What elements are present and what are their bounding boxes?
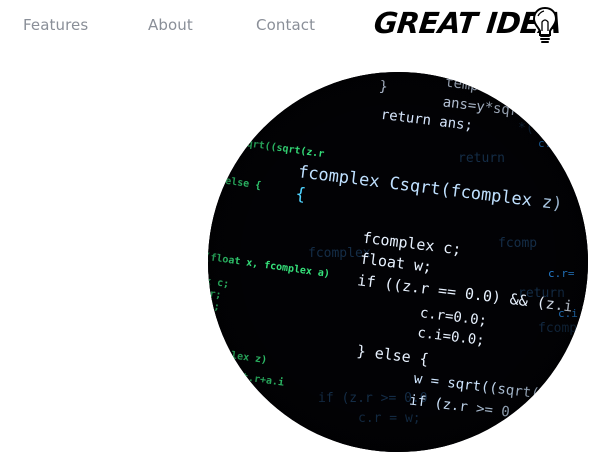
page: Features About Contact GREAT IDEA return bbox=[0, 0, 612, 458]
lightbulb-icon bbox=[532, 6, 558, 43]
nav-link-about[interactable]: About bbox=[148, 16, 193, 34]
brand-logo[interactable]: GREAT IDEA bbox=[372, 4, 564, 46]
hero-code-image: return *(=x/y fcomplex fcomp return if (… bbox=[208, 72, 588, 452]
nav-link-features[interactable]: Features bbox=[23, 16, 88, 34]
nav-link-contact[interactable]: Contact bbox=[256, 16, 315, 34]
code-screen-graphic: return *(=x/y fcomplex fcomp return if (… bbox=[208, 72, 588, 452]
